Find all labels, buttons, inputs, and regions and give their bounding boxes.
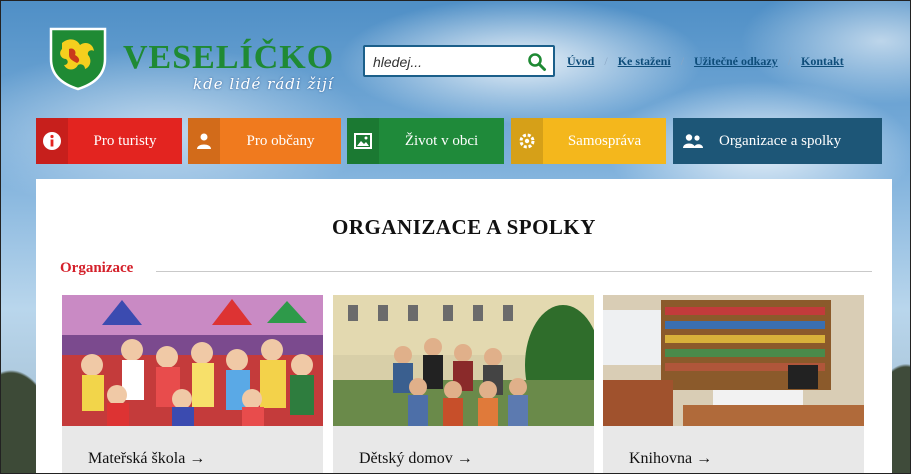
nav-item-organizace-a-spolky[interactable]: Organizace a spolky <box>673 118 882 164</box>
card-label[interactable]: Mateřská škola → <box>88 450 205 468</box>
nav-item-pro-obcany[interactable]: Pro občany <box>188 118 341 164</box>
info-icon <box>36 118 68 164</box>
coat-of-arms-logo[interactable] <box>47 25 109 91</box>
card-detsky-domov[interactable]: Dětský domov → <box>333 295 594 473</box>
nav-item-label: Pro turisty <box>93 132 157 149</box>
link-separator: / <box>787 54 792 68</box>
link-separator: / <box>604 54 608 68</box>
site-tagline: kde lidé rádi žijí <box>193 75 334 93</box>
section-heading: Organizace <box>60 260 142 277</box>
picture-icon <box>347 118 379 164</box>
nav-item-label: Život v obci <box>404 132 479 149</box>
people-icon <box>673 118 713 164</box>
nav-item-label: Pro občany <box>246 132 315 149</box>
card-knihovna[interactable]: Knihovna → <box>603 295 864 473</box>
top-links: Úvod / Ke stažení / Užitečné odkazy / Ko… <box>567 54 844 69</box>
nav-item-zivot-v-obci[interactable]: Život v obci <box>347 118 504 164</box>
link-separator: / <box>680 54 685 68</box>
page: VESELÍČKO kde lidé rádi žijí Úvod / Ke s… <box>0 0 911 474</box>
link-kontakt[interactable]: Kontakt <box>801 54 844 69</box>
search-box <box>363 45 555 77</box>
person-icon <box>188 118 220 164</box>
kindergarten-photo[interactable] <box>62 295 323 426</box>
nav-item-samosprava[interactable]: Samospráva <box>511 118 666 164</box>
card-label[interactable]: Dětský domov → <box>359 450 473 468</box>
library-photo[interactable] <box>603 295 864 426</box>
childrens-home-photo[interactable] <box>333 295 594 426</box>
page-title: ORGANIZACE A SPOLKY <box>332 215 596 239</box>
gear-icon <box>511 118 543 164</box>
search-icon[interactable] <box>527 52 547 72</box>
section-divider <box>156 271 872 272</box>
card-label[interactable]: Knihovna → <box>629 450 712 468</box>
nav-item-pro-turisty[interactable]: Pro turisty <box>36 118 182 164</box>
link-ke-stazeni[interactable]: Ke stažení <box>618 54 671 69</box>
link-uvod[interactable]: Úvod <box>567 54 594 69</box>
nav-item-label: Samospráva <box>567 132 642 149</box>
content-panel: ORGANIZACE A SPOLKY Organizace Mateřská … <box>36 179 892 473</box>
card-materska-skola[interactable]: Mateřská škola → <box>62 295 323 473</box>
link-uzitecne-odkazy[interactable]: Užitečné odkazy <box>694 54 778 69</box>
nav-item-label: Organizace a spolky <box>719 132 842 149</box>
site-title[interactable]: VESELÍČKO <box>123 39 334 77</box>
search-input[interactable] <box>373 51 523 73</box>
